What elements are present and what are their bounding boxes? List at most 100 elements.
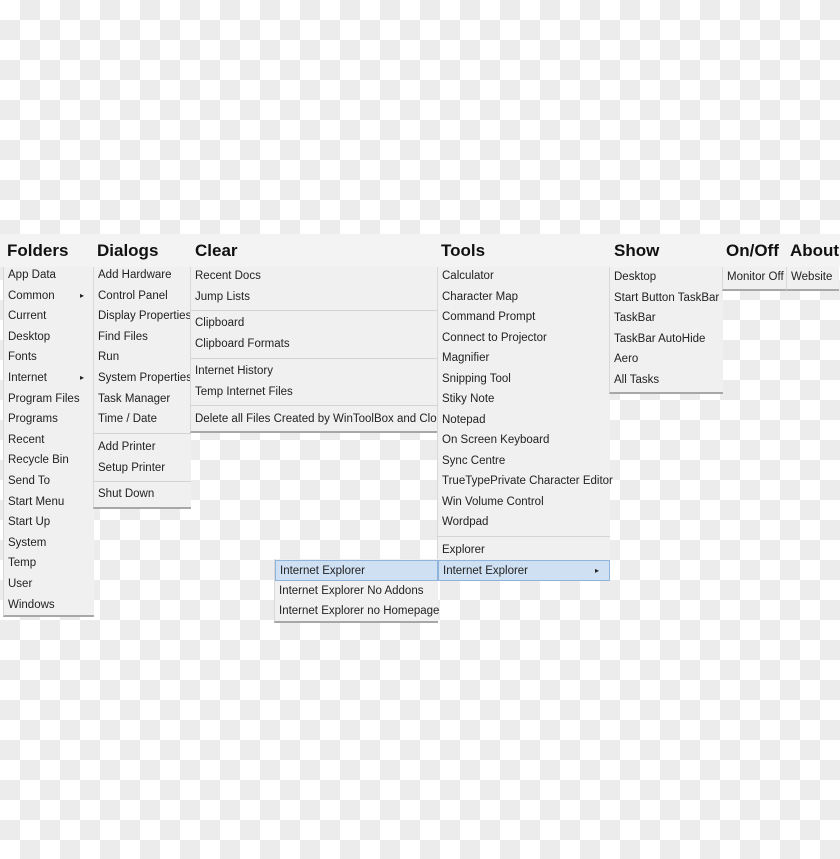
- menu-item-label: Magnifier: [442, 352, 490, 364]
- menu-item[interactable]: Task Manager: [94, 389, 191, 410]
- menu-item[interactable]: Add Hardware: [94, 265, 191, 286]
- menu-item-label: Windows: [8, 598, 55, 611]
- menu-item-label: Aero: [614, 353, 639, 366]
- menu-item-label: Fonts: [8, 351, 37, 364]
- menu-item[interactable]: Current: [4, 306, 94, 327]
- menu-item[interactable]: Jump Lists: [191, 287, 438, 308]
- menu-item[interactable]: Desktop: [4, 327, 94, 348]
- menu-item[interactable]: Internet Explorer ▸: [438, 560, 610, 581]
- menu-item[interactable]: Desktop: [610, 267, 723, 288]
- menu-item[interactable]: Internet Explorer No Addons: [275, 581, 438, 602]
- menu-item[interactable]: Win Volume Control: [438, 492, 610, 513]
- menu-item[interactable]: Connect to Projector: [438, 328, 610, 349]
- menu-item[interactable]: Start Up: [4, 512, 94, 533]
- menu-item[interactable]: Temp Internet Files: [191, 382, 438, 403]
- menu-item-label: Connect to Projector: [442, 331, 547, 344]
- menu-item-label: TaskBar: [614, 312, 656, 325]
- menu-item[interactable]: Control Panel: [94, 286, 191, 307]
- menu-item[interactable]: On Screen Keyboard: [438, 430, 610, 451]
- show-dropdown: Desktop Start Button TaskBar TaskBar TaskBa…: [609, 267, 723, 394]
- menu-item-label: Snipping Tool: [442, 372, 511, 385]
- menu-item-label: Monitor Off: [727, 271, 784, 283]
- menu-item[interactable]: Wordpad: [438, 512, 610, 533]
- menu-tools[interactable]: Tools: [441, 241, 485, 261]
- menu-item[interactable]: Aero: [610, 349, 723, 370]
- menu-item[interactable]: Start Menu: [4, 492, 94, 513]
- menu-item[interactable]: Snipping Tool: [438, 369, 610, 390]
- menu-item[interactable]: Time / Date: [94, 409, 191, 430]
- menu-item-label: Win Volume Control: [442, 495, 544, 508]
- menu-item-label: All Tasks: [614, 374, 660, 386]
- menu-item[interactable]: Find Files: [94, 327, 191, 348]
- menu-item[interactable]: Recent: [4, 430, 94, 451]
- submenu-arrow-icon: ▸: [594, 566, 599, 575]
- menu-item[interactable]: Explorer: [438, 540, 610, 561]
- menu-item[interactable]: Start Button TaskBar: [610, 288, 723, 309]
- menu-item[interactable]: Programs: [4, 409, 94, 430]
- menu-item[interactable]: Notepad: [438, 410, 610, 431]
- menu-item[interactable]: Magnifier: [438, 348, 610, 369]
- menu-separator: [94, 433, 191, 434]
- menu-item-label: Programs: [8, 413, 58, 426]
- menu-item[interactable]: TrueTypePrivate Character Editor: [438, 471, 613, 492]
- menu-item[interactable]: Setup Printer: [94, 458, 191, 479]
- menu-item[interactable]: User: [4, 574, 94, 595]
- menu-folders[interactable]: Folders: [7, 241, 68, 261]
- menu-item[interactable]: Internet ▸: [4, 368, 94, 389]
- menu-item[interactable]: All Tasks: [610, 370, 723, 391]
- menu-item-label: Notepad: [442, 413, 486, 426]
- menu-item[interactable]: Shut Down: [94, 484, 191, 505]
- menu-item-label: Internet Explorer No Addons: [279, 584, 424, 597]
- menu-item[interactable]: Display Properties: [94, 306, 191, 327]
- menu-item[interactable]: Delete all Files Created by WinToolBox a…: [191, 409, 449, 430]
- menu-item-label: Shut Down: [98, 488, 155, 500]
- menu-item[interactable]: Program Files: [4, 389, 94, 410]
- menu-item-label: Recent: [8, 433, 45, 446]
- menu-item-label: Time / Date: [98, 413, 158, 426]
- menu-separator: [191, 405, 438, 406]
- menu-dialogs[interactable]: Dialogs: [97, 241, 158, 261]
- menu-item-label: Delete all Files Created by WinToolBox a…: [195, 413, 449, 425]
- menu-item[interactable]: System Properties: [94, 368, 192, 389]
- menu-item[interactable]: Recycle Bin: [4, 450, 94, 471]
- menu-item[interactable]: System: [4, 533, 94, 554]
- menu-item[interactable]: Monitor Off: [723, 267, 787, 288]
- menu-about[interactable]: About: [790, 241, 839, 261]
- menu-item-label: Clipboard Formats: [195, 337, 290, 350]
- menu-item-label: User: [8, 578, 33, 590]
- menu-onoff[interactable]: On/Off: [726, 241, 779, 261]
- menu-item-label: Desktop: [8, 330, 51, 343]
- menu-show[interactable]: Show: [614, 241, 659, 261]
- menu-item[interactable]: Recent Docs: [191, 266, 438, 287]
- menu-item[interactable]: Character Map: [438, 287, 610, 308]
- menu-item[interactable]: Add Printer: [94, 437, 191, 458]
- menu-item[interactable]: Clipboard Formats: [191, 334, 438, 355]
- menu-item[interactable]: Calculator: [438, 266, 610, 287]
- menu-item[interactable]: Clipboard: [191, 313, 438, 334]
- menu-item[interactable]: Internet Explorer: [275, 560, 438, 581]
- menu-item[interactable]: Sync Centre: [438, 451, 610, 472]
- menu-item[interactable]: App Data: [4, 265, 94, 286]
- menu-item[interactable]: Internet History: [191, 361, 438, 382]
- menu-clear[interactable]: Clear: [195, 241, 238, 261]
- menu-item[interactable]: TaskBar AutoHide: [610, 329, 723, 350]
- menu-item[interactable]: Stiky Note: [438, 389, 610, 410]
- menu-item[interactable]: Fonts: [4, 347, 94, 368]
- menu-item[interactable]: Windows: [4, 595, 94, 616]
- menu-item[interactable]: Website: [787, 267, 839, 288]
- menu-item-label: Internet History: [195, 365, 273, 377]
- menu-item[interactable]: Command Prompt: [438, 307, 610, 328]
- menu-item[interactable]: Common ▸: [4, 286, 94, 307]
- menu-item[interactable]: Run: [94, 347, 191, 368]
- menu-item[interactable]: Send To: [4, 471, 94, 492]
- menu-item[interactable]: TaskBar: [610, 308, 723, 329]
- menu-item[interactable]: Temp: [4, 553, 94, 574]
- menu-item-label: Clipboard: [195, 317, 245, 329]
- menu-item-label: System Properties: [98, 372, 192, 384]
- menu-separator: [438, 536, 610, 537]
- menu-item-label: Temp: [8, 557, 37, 570]
- tools-dropdown: Calculator Character Map Command Prompt Con…: [437, 266, 613, 581]
- menu-item-label: Setup Printer: [98, 461, 166, 474]
- menu-item[interactable]: Internet Explorer no Homepage: [275, 601, 439, 622]
- menu-item-label: Find Files: [98, 330, 148, 343]
